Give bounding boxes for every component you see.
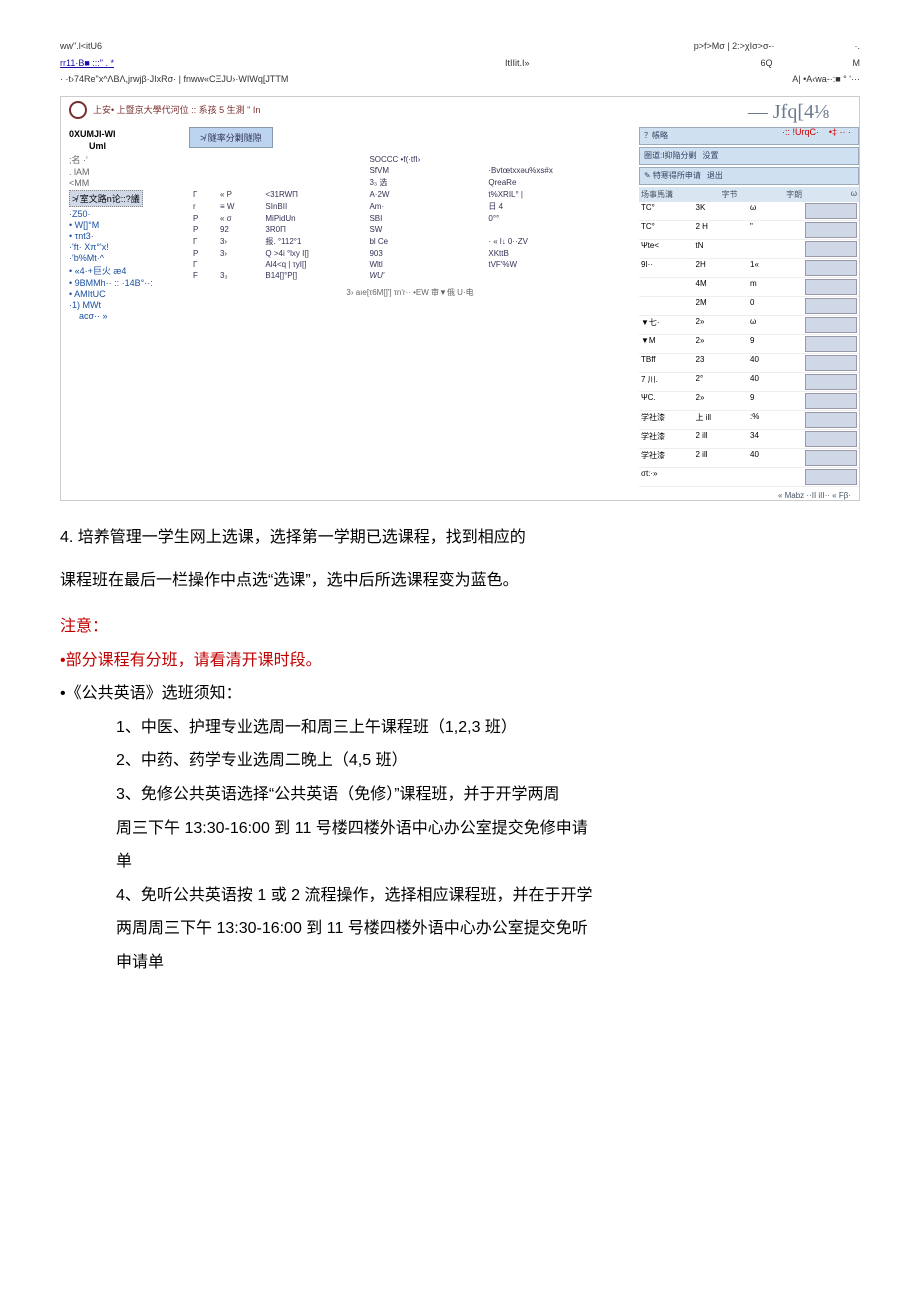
- right-table-row: σt:·»: [639, 468, 859, 487]
- note-bullet-2: •《公共英语》选班须知：: [60, 677, 860, 711]
- sidebar-selected[interactable]: ≯ 室文路n论::?議: [69, 190, 143, 207]
- garble-line2-right-b: M: [852, 57, 860, 70]
- note-bullet-1: •部分课程有分班，请看清开课时段。: [60, 644, 860, 678]
- right-table-row: TC°3Kω: [639, 202, 859, 221]
- sidebar-link-1[interactable]: ·Z50·: [69, 209, 189, 219]
- sidebar-link-3[interactable]: • τnt3·: [69, 231, 189, 241]
- row-action-button[interactable]: [805, 355, 858, 371]
- row-action-button[interactable]: [805, 450, 858, 466]
- ss-right-sub: ·:: !UrqC·: [782, 127, 819, 137]
- row-action-button[interactable]: [805, 279, 858, 295]
- right-table-row: 2M0: [639, 297, 859, 316]
- row-action-button[interactable]: [805, 260, 858, 276]
- center-footer: 3› aıe[τ6M[]'] τn'r·· •EW 审▼俄 U·电: [189, 287, 631, 298]
- row-action-button[interactable]: [805, 203, 858, 219]
- right-table-header: 场事馬溝字节字朗ω: [639, 187, 859, 202]
- sidebar-l1: ;名 ·': [69, 153, 189, 166]
- main-panel: ≯ 隧率分剿隧隙 SOCCC •f(·tfI› SfVM·Bvtœtxxəu%x…: [189, 127, 639, 500]
- sidebar-link-8[interactable]: • AMItUC: [69, 289, 189, 299]
- garble-line3-right: A| •A‹wa-·:■ ° '···: [792, 73, 860, 86]
- sub-2: 2、中药、药学专业选周二晚上（4,5 班）: [116, 744, 860, 778]
- ss-header-text: 上安• 上暨京大學代河位 :: 系孩 5 生測 " In: [93, 103, 260, 116]
- main-action-button[interactable]: ≯ 隧率分剿隧隙: [189, 127, 273, 148]
- sidebar-heading: 0XUMJI-WI: [69, 129, 189, 139]
- right-table-row: ▼M2»9: [639, 335, 859, 354]
- sidebar-link-2[interactable]: • W[]°M: [69, 220, 189, 230]
- garble-top-right-a: p>f>Mσ | 2:>χIσ>σ-·: [694, 40, 775, 53]
- sidebar-uml: Uml: [89, 141, 189, 151]
- sidebar-l3: <MM: [69, 178, 189, 188]
- right-table-row: TC°2 H": [639, 221, 859, 240]
- right-table-row: 4Mm: [639, 278, 859, 297]
- right-table-row: 学社漆上 ill:%: [639, 411, 859, 430]
- note-heading: 注意：: [60, 610, 860, 644]
- ss-right-sub2: •‡ ·· ·: [829, 127, 851, 137]
- garble-top-left: ww".l<itU6: [60, 40, 102, 53]
- row-action-button[interactable]: [805, 241, 858, 257]
- right-toolbar-3[interactable]: ✎ 特寒得所申请退出: [639, 167, 859, 185]
- right-panel: ？帳略 圏道:I抑陥分剿没置 ✎ 特寒得所申请退出 场事馬溝字节字朗ω TC°3…: [639, 127, 859, 500]
- row-action-button[interactable]: [805, 431, 858, 447]
- sub-4b: 两周周三下午 13:30-16:00 到 11 号楼四楼外语中心办公室提交免听: [116, 912, 860, 946]
- sub-4a: 4、免听公共英语按 1 或 2 流程操作，选择相应课程班，并在于开学: [116, 879, 860, 913]
- instruction-text: 4. 培养管理一学生网上选课，选择第一学期已选课程，找到相应的 课程班在最后一栏…: [60, 521, 860, 980]
- right-table-row: 学社漆2 ill40: [639, 449, 859, 468]
- row-action-button[interactable]: [805, 412, 858, 428]
- row-action-button[interactable]: [805, 222, 858, 238]
- sub-3b: 周三下午 13:30-16:00 到 11 号楼四楼外语中心办公室提交免修申请: [116, 812, 860, 846]
- logo-circle-icon: [69, 101, 87, 119]
- sub-3c: 单: [116, 845, 860, 879]
- step-4-line-2: 课程班在最后一栏操作中点选“选课”，选中后所选课程变为蓝色。: [60, 564, 860, 598]
- right-table-row: 学社漆2 ill34: [639, 430, 859, 449]
- right-table-row: ΨC.2»9: [639, 392, 859, 411]
- right-table-row: 7 川.2°40: [639, 373, 859, 392]
- sidebar-link-7[interactable]: • 9BMMh·· :: ·14B°··:: [69, 278, 189, 288]
- garble-line2-mid: ItIIit.I»: [505, 57, 530, 70]
- sidebar-link-4[interactable]: ·'ft· Xπ°'x!: [69, 242, 189, 252]
- row-action-button[interactable]: [805, 393, 858, 409]
- sidebar-link-6[interactable]: • «4·+巨火 æ4: [69, 264, 189, 277]
- garble-top-right-b: ·.: [855, 40, 861, 53]
- right-table-row: TBff2340: [639, 354, 859, 373]
- sidebar-link-5[interactable]: ·'b%Mt·^: [69, 253, 189, 263]
- right-toolbar-1[interactable]: ？帳略: [639, 127, 859, 145]
- step-4-line-1: 4. 培养管理一学生网上选课，选择第一学期已选课程，找到相应的: [60, 521, 860, 555]
- row-action-button[interactable]: [805, 374, 858, 390]
- garble-line2-left[interactable]: rr11·B■ :::" . *: [60, 58, 114, 68]
- sidebar-link-9[interactable]: ·1) MWt: [69, 300, 189, 310]
- right-table-row: 9I··2H1«: [639, 259, 859, 278]
- sidebar: 0XUMJI-WI Uml ;名 ·' . lAM <MM ≯ 室文路n论::?…: [61, 127, 189, 500]
- ss-right-title: — Jfq[4⅛: [748, 101, 829, 124]
- garble-line3-left: · ·t›74Re"x^ΛBΛ,jrwjβ·JIxRσ· | fnww«CΞJU…: [60, 73, 288, 86]
- row-action-button[interactable]: [805, 469, 858, 485]
- garble-line2-right-a: 6Q: [760, 57, 772, 70]
- right-table-row: ▼七·2»ω: [639, 316, 859, 335]
- sidebar-link-10[interactable]: acσ·· »: [79, 311, 189, 321]
- sub-3a: 3、免修公共英语选择“公共英语（免修）”课程班，并于开学两周: [116, 778, 860, 812]
- right-toolbar-2[interactable]: 圏道:I抑陥分剿没置: [639, 147, 859, 165]
- row-action-button[interactable]: [805, 298, 858, 314]
- right-footer: « Mabz ··II iII·· « Fβ·: [639, 491, 859, 500]
- sub-4c: 申请单: [116, 946, 860, 980]
- sidebar-l2: . lAM: [69, 167, 189, 177]
- sub-1: 1、中医、护理专业选周一和周三上午课程班（1,2,3 班）: [116, 711, 860, 745]
- right-table-row: Ψte<tN: [639, 240, 859, 259]
- row-action-button[interactable]: [805, 317, 858, 333]
- embedded-screenshot: 上安• 上暨京大學代河位 :: 系孩 5 生測 " In — Jfq[4⅛ ·:…: [60, 96, 860, 501]
- row-action-button[interactable]: [805, 336, 858, 352]
- center-garble-table: SOCCC •f(·tfI› SfVM·Bvtœtxxəu%xs#x 3₃ 选Q…: [189, 154, 631, 281]
